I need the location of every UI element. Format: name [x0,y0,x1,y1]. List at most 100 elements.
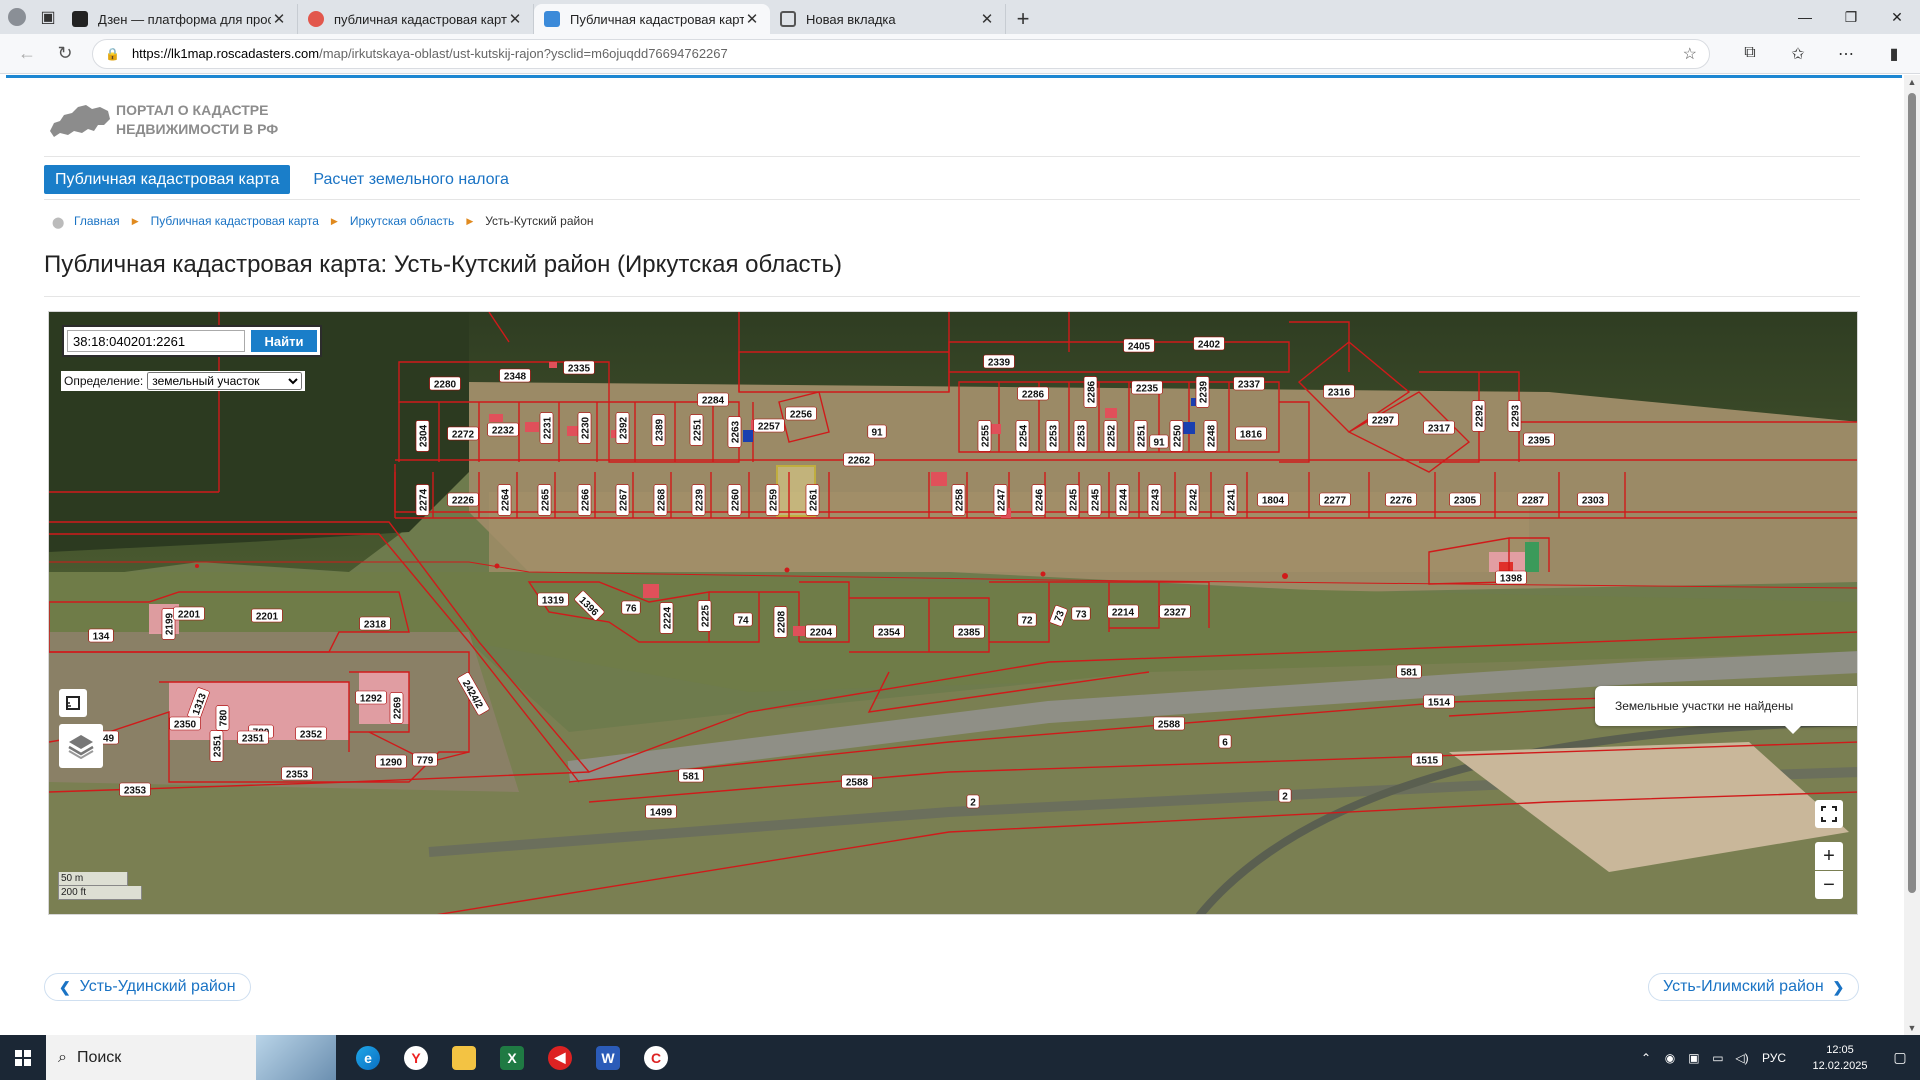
parcel-label[interactable]: 2224 [659,602,674,634]
tray-app-icon[interactable]: ◉ [1658,1051,1682,1065]
taskbar-yandex-browser[interactable]: Y [392,1035,440,1080]
parcel-label[interactable]: 2268 [653,484,668,516]
parcel-label[interactable]: 2263 [727,416,742,448]
parcel-label[interactable]: 76 [621,600,641,615]
browser-tab-new[interactable]: Новая вкладка ✕ [770,4,1006,34]
parcel-label[interactable]: 2402 [1193,336,1225,351]
volume-icon[interactable]: ◁) [1730,1051,1754,1065]
close-tab-icon[interactable]: ✕ [507,10,523,28]
browser-tab-cadastral-map[interactable]: Публичная кадастровая карта: У ✕ [534,4,770,34]
parcel-label[interactable]: 2258 [951,484,966,516]
parcel-label[interactable]: 134 [88,628,114,643]
parcel-label[interactable]: 2317 [1423,420,1455,435]
site-logo[interactable]: ПОРТАЛ О КАДАСТРЕ НЕДВИЖИМОСТИ В РФ [48,99,278,141]
parcel-label[interactable]: 2272 [447,426,479,441]
parcel-label[interactable]: 91 [1149,434,1169,449]
parcel-label[interactable]: 2351 [209,730,224,762]
new-tab-button[interactable]: + [1006,4,1040,34]
parcel-label[interactable]: 91 [867,424,887,439]
tray-camera-icon[interactable]: ▣ [1682,1051,1706,1065]
parcel-label[interactable]: 2252 [1103,420,1118,452]
parcel-label[interactable]: 2264 [497,484,512,516]
parcel-label[interactable]: 581 [1396,664,1422,679]
taskbar-excel[interactable]: X [488,1035,536,1080]
parcel-label[interactable]: 2287 [1517,492,1549,507]
cadastral-map[interactable]: 2405 2402 2339 2335 2348 2280 2284 2256 2286 2286… [48,311,1858,915]
parcel-label[interactable]: 2353 [119,782,151,797]
address-bar[interactable]: 🔒 https://lk1map.roscadasters.com/map/ir… [92,38,1710,69]
back-arrow-icon[interactable]: ← [8,38,46,70]
network-icon[interactable]: ▭ [1706,1051,1730,1065]
parcel-label[interactable]: 2304 [415,420,430,452]
parcel-label[interactable]: 2352 [295,726,327,741]
parcel-label[interactable]: 2385 [953,624,985,639]
breadcrumb-home[interactable]: Главная [74,214,120,228]
scroll-down-icon[interactable]: ▼ [1904,1023,1920,1033]
parcel-label[interactable]: 2245 [1087,484,1102,516]
parcel-label[interactable]: 2280 [429,376,461,391]
parcel-label[interactable]: 2269 [389,692,404,724]
menu-item-land-tax[interactable]: Расчет земельного налога [313,171,509,189]
parcel-label[interactable]: 2230 [577,412,592,444]
parcel-label[interactable]: 2 [966,794,980,809]
parcel-label[interactable]: 2232 [487,422,519,437]
breadcrumb-region[interactable]: Иркутская область [350,214,455,228]
parcel-label[interactable]: 6 [1218,734,1232,749]
lock-icon[interactable]: 🔒 [105,47,120,61]
parcel-label[interactable]: 2297 [1367,412,1399,427]
parcel-label[interactable]: 1514 [1423,694,1455,709]
parcel-label[interactable]: 2261 [805,484,820,516]
parcel-label[interactable]: 2251 [689,414,704,446]
parcel-label[interactable]: 2235 [1131,380,1163,395]
tray-chevron-up-icon[interactable]: ⌃ [1634,1051,1658,1065]
parcel-label[interactable]: 2225 [697,600,712,632]
parcel-label[interactable]: 74 [733,612,753,627]
taskbar-edge[interactable]: e [344,1035,392,1080]
parcel-label[interactable]: 2260 [727,484,742,516]
close-tab-icon[interactable]: ✕ [271,10,287,28]
parcel-label[interactable]: 2327 [1159,604,1191,619]
parcel-label[interactable]: 2246 [1031,484,1046,516]
parcel-label[interactable]: 779 [412,752,438,767]
parcel-label[interactable]: 2354 [873,624,905,639]
parcel-label[interactable]: 2256 [785,406,817,421]
parcel-label[interactable]: 2 [1278,788,1292,803]
parcel-label[interactable]: 2255 [977,420,992,452]
next-district-link[interactable]: Усть-Илимский район ❯ [1648,973,1860,1001]
parcel-label[interactable]: 2274 [415,484,430,516]
parcel-label[interactable]: 2305 [1449,492,1481,507]
parcel-label[interactable]: 2350 [169,716,201,731]
parcel-label[interactable]: 2253 [1045,420,1060,452]
notifications-icon[interactable]: ▢ [1880,1049,1920,1066]
favorites-icon[interactable]: ✩ [1774,44,1822,64]
parcel-label[interactable]: 2351 [237,730,269,745]
parcel-label[interactable]: 2262 [843,452,875,467]
parcel-label[interactable]: 2316 [1323,384,1355,399]
parcel-label[interactable]: 2389 [651,414,666,446]
parcel-label[interactable]: 1398 [1495,570,1527,585]
parcel-label[interactable]: 2257 [753,418,785,433]
taskbar-explorer[interactable] [440,1035,488,1080]
parcel-label[interactable]: 1292 [355,690,387,705]
close-tab-icon[interactable]: ✕ [979,10,995,28]
parcel-label[interactable]: 2254 [1015,420,1030,452]
browser-tab-dzen[interactable]: Дзен — платформа для просмотра ✕ [62,4,298,34]
parcel-label[interactable]: 2339 [983,354,1015,369]
parcel-label[interactable]: 2286 [1017,386,1049,401]
parcel-label[interactable]: 2241 [1223,484,1238,516]
parcel-label[interactable]: 2244 [1115,484,1130,516]
parcel-label[interactable]: 2266 [577,484,592,516]
parcel-label[interactable]: 2293 [1507,400,1522,432]
profile-avatar[interactable] [0,0,34,34]
parcel-label[interactable]: 2284 [697,392,729,407]
tab-actions-icon[interactable]: ▣ [34,0,62,34]
taskbar-app-red[interactable]: ◀ [536,1035,584,1080]
close-tab-icon[interactable]: ✕ [744,10,760,28]
parcel-label[interactable]: 1816 [1235,426,1267,441]
favorite-star-icon[interactable]: ☆ [1683,44,1697,64]
parcel-label[interactable]: 2292 [1471,400,1486,432]
zoom-out-button[interactable]: − [1815,871,1843,899]
parcel-label[interactable]: 2239 [1195,376,1210,408]
parcel-label[interactable]: 2242 [1185,484,1200,516]
parcel-label[interactable]: 2392 [615,412,630,444]
